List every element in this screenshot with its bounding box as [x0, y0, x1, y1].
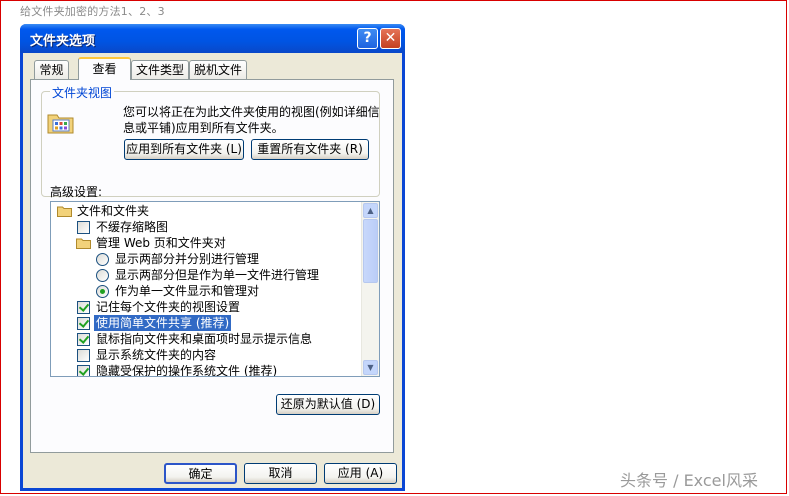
- folder-icon: [76, 238, 91, 249]
- folder-options-dialog: 文件夹选项 ? ✕ 常规 查看 文件类型 脱机文件 文件夹视图 您可以将正在为此…: [20, 24, 405, 491]
- radio-button[interactable]: [96, 253, 109, 266]
- checkbox[interactable]: [77, 301, 90, 314]
- tab-view[interactable]: 查看: [78, 57, 131, 80]
- list-item[interactable]: 鼠标指向文件夹和桌面项时显示提示信息: [51, 331, 361, 347]
- folder-views-icon: [47, 114, 74, 134]
- restore-defaults-button[interactable]: 还原为默认值 (D): [276, 394, 380, 415]
- list-item[interactable]: 使用简单文件共享 (推荐): [51, 315, 361, 331]
- list-item[interactable]: 显示两部分并分别进行管理: [51, 251, 361, 267]
- list-item-label: 显示两部分并分别进行管理: [115, 252, 260, 266]
- list-item[interactable]: 隐藏受保护的操作系统文件 (推荐): [51, 363, 361, 377]
- list-item-label: 不缓存缩略图: [96, 220, 169, 234]
- tab-offline-files[interactable]: 脱机文件: [189, 60, 247, 79]
- apply-button[interactable]: 应用 (A): [324, 463, 397, 484]
- folder-icon: [57, 206, 72, 217]
- list-item: 文件和文件夹: [51, 203, 361, 219]
- checkbox[interactable]: [77, 333, 90, 346]
- tab-file-types[interactable]: 文件类型: [131, 60, 189, 79]
- scrollbar-thumb[interactable]: [363, 219, 378, 283]
- folder-views-group-title: 文件夹视图: [50, 84, 115, 101]
- folder-views-description: 您可以将正在为此文件夹使用的视图(例如详细信息或平铺)应用到所有文件夹。: [123, 105, 380, 135]
- help-icon: ?: [363, 30, 372, 46]
- cancel-button[interactable]: 取消: [244, 463, 317, 484]
- list-item[interactable]: 记住每个文件夹的视图设置: [51, 299, 361, 315]
- list-item[interactable]: 不缓存缩略图: [51, 219, 361, 235]
- checkbox[interactable]: [77, 365, 90, 376]
- list-item[interactable]: 显示两部分但是作为单一文件进行管理: [51, 267, 361, 283]
- list-item-label: 管理 Web 页和文件夹对: [96, 236, 226, 250]
- checkbox[interactable]: [77, 317, 90, 330]
- list-item[interactable]: 显示系统文件夹的内容: [51, 347, 361, 363]
- list-item-label: 记住每个文件夹的视图设置: [96, 300, 241, 314]
- list-item-label: 作为单一文件显示和管理对: [115, 284, 260, 298]
- list-item[interactable]: 作为单一文件显示和管理对: [51, 283, 361, 299]
- reset-all-folders-button[interactable]: 重置所有文件夹 (R): [251, 139, 369, 160]
- checkbox[interactable]: [77, 221, 90, 234]
- watermark: 头条号 / Excel风采: [620, 471, 758, 490]
- ok-button[interactable]: 确定: [164, 463, 237, 484]
- list-item-label: 隐藏受保护的操作系统文件 (推荐): [96, 364, 278, 377]
- list-item-label: 鼠标指向文件夹和桌面项时显示提示信息: [96, 332, 313, 346]
- help-button[interactable]: ?: [357, 28, 378, 49]
- advanced-settings-label: 高级设置:: [50, 185, 103, 199]
- list-item-label: 显示系统文件夹的内容: [96, 348, 217, 362]
- radio-button[interactable]: [96, 269, 109, 282]
- list-item-label: 文件和文件夹: [77, 204, 150, 218]
- list-item: 管理 Web 页和文件夹对: [51, 235, 361, 251]
- vertical-scrollbar[interactable]: ▲ ▼: [361, 202, 379, 376]
- page-caption: 给文件夹加密的方法1、2、3: [20, 5, 165, 18]
- title-bar[interactable]: 文件夹选项 ? ✕: [20, 24, 405, 53]
- list-item-label: 显示两部分但是作为单一文件进行管理: [115, 268, 320, 282]
- radio-button[interactable]: [96, 285, 109, 298]
- checkbox[interactable]: [77, 349, 90, 362]
- scroll-down-arrow-icon[interactable]: ▼: [363, 360, 378, 375]
- scroll-up-arrow-icon[interactable]: ▲: [363, 203, 378, 218]
- list-item-label: 使用简单文件共享 (推荐): [94, 315, 232, 331]
- tab-general[interactable]: 常规: [34, 60, 69, 79]
- apply-to-all-folders-button[interactable]: 应用到所有文件夹 (L): [124, 139, 244, 160]
- close-button[interactable]: ✕: [380, 28, 401, 49]
- window-title: 文件夹选项: [30, 34, 96, 49]
- close-icon: ✕: [384, 30, 397, 46]
- advanced-settings-list[interactable]: 文件和文件夹 不缓存缩略图 管理 Web 页和文件夹对 显示两部分并分别进行管理…: [50, 201, 380, 377]
